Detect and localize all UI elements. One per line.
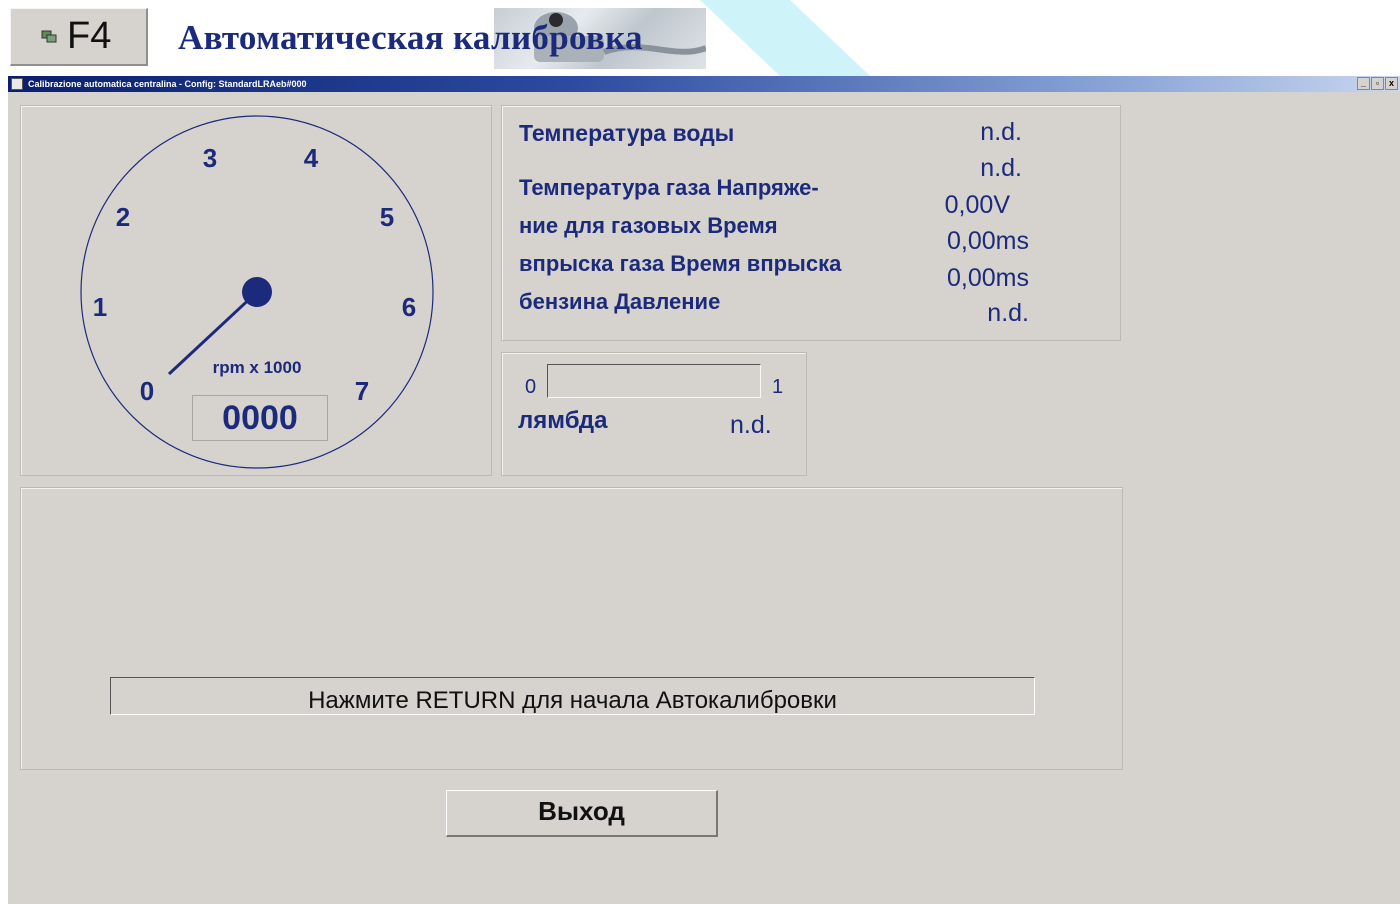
close-button[interactable]: x — [1385, 77, 1398, 90]
gauge-tick-2: 2 — [116, 202, 130, 232]
gas-injection-time-value: 0,00ms — [947, 227, 1029, 255]
app-icon — [11, 78, 23, 90]
gauge-tick-6: 6 — [402, 292, 416, 322]
computer-icon — [41, 30, 57, 42]
gauge-tick-0: 0 — [140, 376, 154, 406]
message-panel: Нажмите RETURN для начала Автокалибровки — [20, 487, 1123, 770]
page-title: Автоматическая калибровка — [178, 18, 643, 57]
info-label-2: Температура газа Напряже- — [519, 175, 819, 200]
status-message: Нажмите RETURN для начала Автокалибровки — [110, 677, 1035, 715]
exit-button[interactable]: Выход — [446, 790, 718, 837]
window-titlebar[interactable]: Calibrazione automatica centralina - Con… — [8, 76, 1400, 92]
info-label-1: Температура воды — [519, 120, 735, 146]
petrol-injection-time-value: 0,00ms — [947, 264, 1029, 292]
info-label-5: бензина Давление — [519, 289, 721, 314]
pressure-value: n.d. — [987, 299, 1029, 327]
gauge-tick-3: 3 — [203, 143, 217, 173]
lambda-max-label: 1 — [772, 376, 784, 398]
rpm-gauge-panel: 0 1 2 3 4 5 6 7 rpm x 1000 0000 — [20, 105, 492, 476]
restore-button[interactable]: ▫ — [1371, 77, 1384, 90]
info-label-4: впрыска газа Время впрыска — [519, 251, 842, 276]
gas-temperature-value: n.d. — [980, 154, 1022, 182]
voltage-value: 0,00V — [944, 191, 1010, 219]
water-temperature-value: n.d. — [980, 118, 1022, 146]
lambda-bar — [547, 364, 761, 398]
window-title: Calibrazione automatica centralina - Con… — [28, 79, 307, 89]
lambda-min-label: 0 — [525, 376, 537, 398]
gauge-tick-5: 5 — [380, 202, 394, 232]
lambda-value: n.d. — [730, 411, 772, 439]
lambda-panel: 0 1 лямбда n.d. — [501, 352, 807, 476]
main-window: 0 1 2 3 4 5 6 7 rpm x 1000 0000 Температ… — [8, 92, 1400, 904]
gauge-hub — [242, 277, 272, 307]
gauge-unit-label: rpm x 1000 — [213, 358, 302, 377]
info-label-3: ние для газовых Время — [519, 213, 778, 238]
sensor-info-panel: Температура воды Температура газа Напряж… — [501, 105, 1121, 341]
gauge-tick-4: 4 — [304, 143, 319, 173]
f4-shortcut-button[interactable]: F4 — [10, 8, 148, 66]
rpm-value-display: 0000 — [192, 395, 328, 441]
lambda-label: лямбда — [518, 407, 608, 434]
minimize-button[interactable]: _ — [1357, 77, 1370, 90]
gauge-tick-7: 7 — [355, 376, 369, 406]
gauge-tick-1: 1 — [93, 292, 107, 322]
f4-label: F4 — [67, 15, 112, 57]
